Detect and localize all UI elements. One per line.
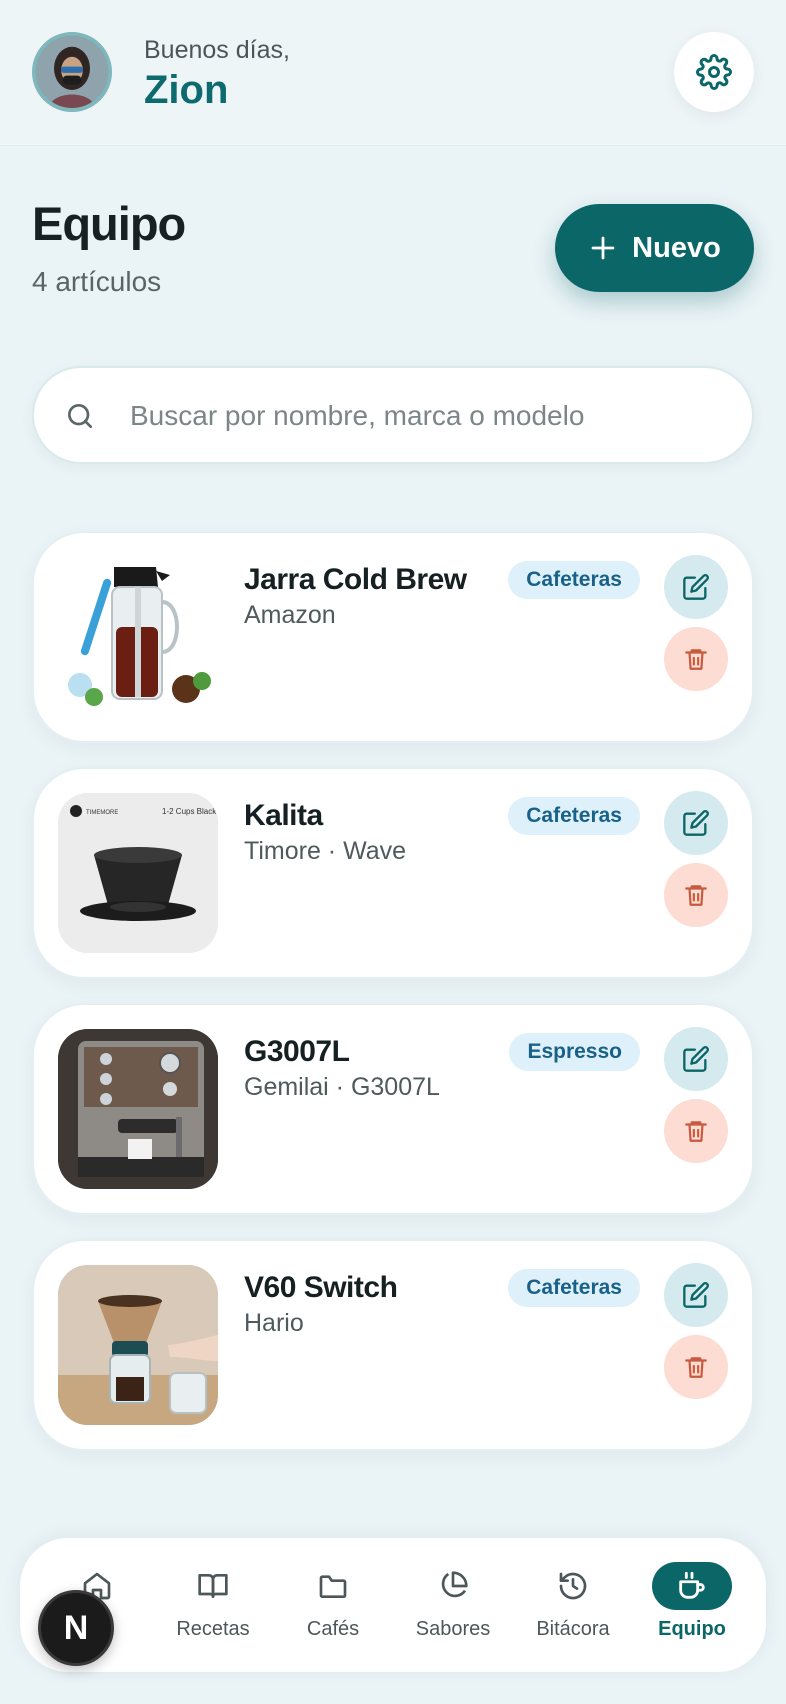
username: Zion bbox=[144, 68, 229, 112]
settings-button[interactable] bbox=[674, 32, 754, 112]
greeting-text: Buenos días, bbox=[144, 36, 290, 64]
nav-label: Equipo bbox=[658, 1618, 726, 1640]
nav-item-cafes[interactable]: Cafés bbox=[278, 1562, 388, 1650]
history-icon bbox=[533, 1562, 613, 1610]
equipment-name: Kalita bbox=[244, 799, 323, 832]
user-avatar-icon bbox=[36, 36, 108, 108]
nav-label: Recetas bbox=[176, 1618, 250, 1640]
delete-button[interactable] bbox=[664, 627, 728, 691]
equipment-image-espresso-machine bbox=[58, 1029, 218, 1189]
avatar[interactable] bbox=[32, 32, 112, 112]
equipment-brand: Gemilai · G3007L bbox=[244, 1073, 440, 1101]
top-header: Buenos días, Zion bbox=[0, 0, 786, 146]
equipment-name: Jarra Cold Brew bbox=[244, 563, 467, 596]
category-badge: Cafeteras bbox=[508, 797, 640, 835]
edit-button[interactable] bbox=[664, 1027, 728, 1091]
search-input[interactable] bbox=[130, 388, 730, 444]
edit-icon bbox=[683, 1046, 709, 1072]
equipment-name: V60 Switch bbox=[244, 1271, 398, 1304]
delete-button[interactable] bbox=[664, 863, 728, 927]
plus-icon bbox=[591, 236, 615, 260]
search-icon bbox=[68, 404, 92, 428]
pie-chart-icon bbox=[413, 1562, 493, 1610]
nav-item-bitacora[interactable]: Bitácora bbox=[518, 1562, 628, 1650]
nav-item-sabores[interactable]: Sabores bbox=[398, 1562, 508, 1650]
trash-icon bbox=[685, 649, 707, 670]
edit-button[interactable] bbox=[664, 1263, 728, 1327]
delete-button[interactable] bbox=[664, 1335, 728, 1399]
edit-icon bbox=[683, 1282, 709, 1308]
equipment-image-v60-switch bbox=[58, 1265, 218, 1425]
gear-icon bbox=[696, 54, 732, 90]
trash-icon bbox=[685, 1121, 707, 1142]
folder-icon bbox=[293, 1562, 373, 1610]
nav-label: Cafés bbox=[306, 1618, 360, 1640]
new-item-button[interactable]: Nuevo bbox=[555, 204, 754, 292]
equipment-image-kalita-dripper: TIMEMORE 1-2 Cups Black bbox=[58, 793, 218, 953]
book-icon bbox=[173, 1562, 253, 1610]
nav-label: Sabores bbox=[415, 1618, 491, 1640]
equipment-brand: Timore · Wave bbox=[244, 837, 407, 865]
bottom-nav: o Recetas Cafés Sabores Bitá bbox=[20, 1538, 766, 1672]
category-badge: Espresso bbox=[509, 1033, 640, 1071]
page-title: Equipo bbox=[32, 197, 186, 250]
overlay-n-bubble[interactable]: N bbox=[38, 1590, 114, 1666]
item-count: 4 artículos bbox=[32, 266, 162, 297]
equipment-name: G3007L bbox=[244, 1035, 350, 1068]
equipment-card[interactable]: V60 Switch Hario Cafeteras bbox=[32, 1239, 754, 1451]
nav-label: Bitácora bbox=[536, 1618, 610, 1640]
nav-item-recetas[interactable]: Recetas bbox=[158, 1562, 268, 1650]
delete-button[interactable] bbox=[664, 1099, 728, 1163]
equipment-card[interactable]: Jarra Cold Brew Amazon Cafeteras bbox=[32, 531, 754, 743]
edit-icon bbox=[683, 574, 709, 600]
trash-icon bbox=[685, 885, 707, 906]
edit-button[interactable] bbox=[664, 791, 728, 855]
thumb-brand-label: TIMEMORE bbox=[86, 810, 118, 816]
equipment-card[interactable]: G3007L Gemilai · G3007L Espresso bbox=[32, 1003, 754, 1215]
search-bar bbox=[32, 366, 754, 464]
trash-icon bbox=[685, 1357, 707, 1378]
coffee-cup-icon bbox=[652, 1562, 732, 1610]
new-button-label: Nuevo bbox=[632, 231, 721, 264]
edit-button[interactable] bbox=[664, 555, 728, 619]
thumb-caption-label: 1-2 Cups Black bbox=[162, 807, 217, 816]
category-badge: Cafeteras bbox=[508, 561, 640, 599]
equipment-brand: Hario bbox=[244, 1309, 304, 1337]
equipment-brand: Amazon bbox=[244, 601, 336, 629]
equipment-image-cold-brew-jar bbox=[58, 557, 218, 717]
nav-item-equipo[interactable]: Equipo bbox=[637, 1562, 747, 1650]
equipment-card[interactable]: TIMEMORE 1-2 Cups Black Kalita Timore · … bbox=[32, 767, 754, 979]
category-badge: Cafeteras bbox=[508, 1269, 640, 1307]
edit-icon bbox=[683, 810, 709, 836]
